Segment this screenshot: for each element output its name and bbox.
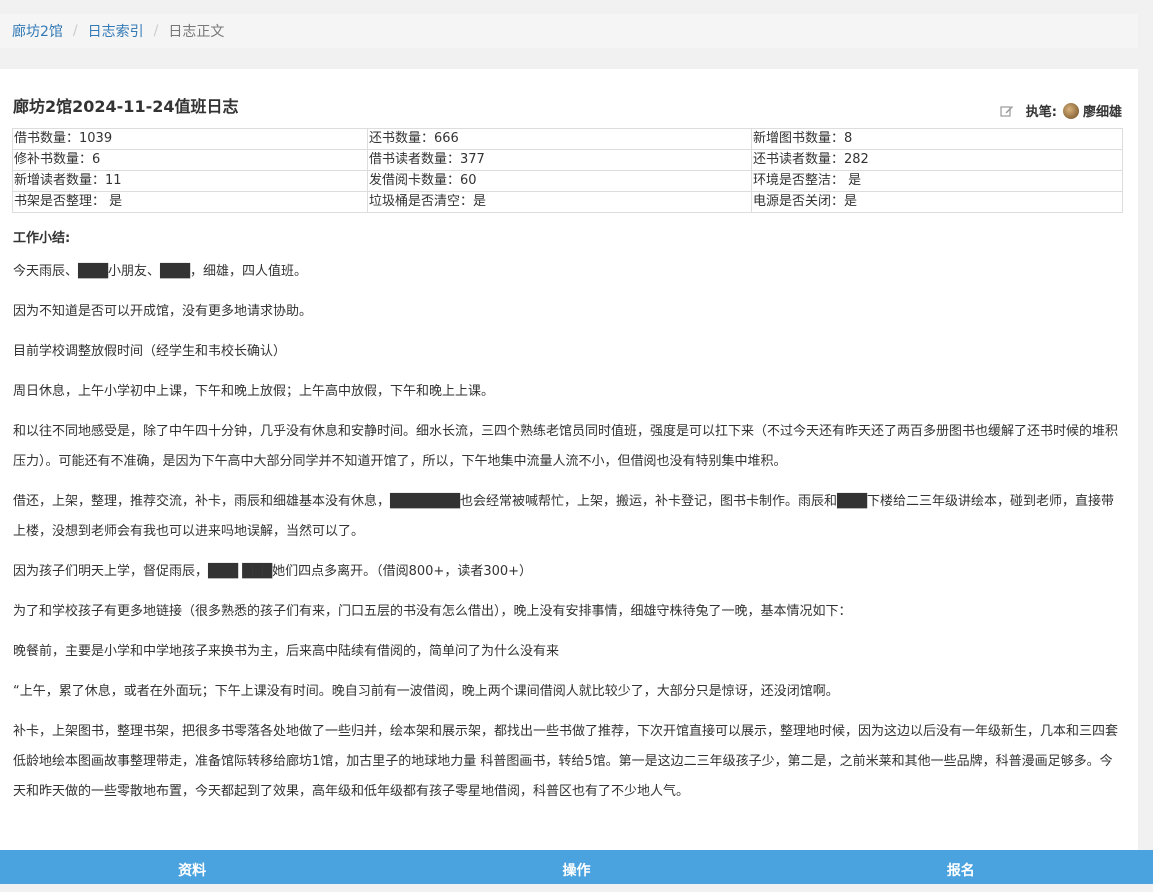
- summary-paragraph: 和以往不同地感受是，除了中午四十分钟，几乎没有休息和安静时间。细水长流，三四个熟…: [13, 424, 1119, 469]
- summary-paragraph: 借还，上架，整理，推荐交流，补卡，雨辰和细雄基本没有休息，███████也会经常…: [13, 494, 1114, 539]
- summary-paragraph: 目前学校调整放假时间（经学生和韦校长确认）: [13, 344, 287, 359]
- nav-item-signup[interactable]: 报名: [769, 850, 1153, 884]
- summary-heading: 工作小结:: [13, 231, 71, 246]
- table-row: 新增读者数量：11 发借阅卡数量：60 环境是否整洁： 是: [12, 170, 1123, 192]
- stat-cell: 新增读者数量：11: [12, 170, 368, 192]
- summary-paragraph: 补卡，上架图书，整理书架，把很多书零落各处地做了一些归并，绘本架和展示架，都找出…: [13, 724, 1119, 799]
- stat-cell: 新增图书数量：8: [751, 128, 1123, 150]
- stat-cell: 电源是否关闭：是: [751, 191, 1123, 213]
- table-row: 书架是否整理： 是 垃圾桶是否清空：是 电源是否关闭：是: [12, 191, 1123, 213]
- summary-paragraph: 今天雨辰、███小朋友、███，细雄，四人值班。: [13, 264, 307, 279]
- summary-paragraph: “上午，累了休息，或者在外面玩；下午上课没有时间。晚自习前有一波借阅，晚上两个课…: [13, 684, 839, 699]
- summary-paragraph: 因为孩子们明天上学，督促雨辰，███ ███她们四点多离开。（借阅800+，读者…: [13, 564, 533, 579]
- avatar: [1062, 102, 1079, 119]
- stat-cell: 环境是否整洁： 是: [751, 170, 1123, 192]
- edit-icon[interactable]: [1000, 104, 1014, 118]
- stat-cell: 借书数量：1039: [12, 128, 368, 150]
- author-info: 执笔: 廖细雄: [1000, 101, 1122, 120]
- log-panel: 廊坊2馆2024-11-24值班日志 执笔: 廖细雄 借书数量：1039 还书数…: [0, 69, 1138, 859]
- breadcrumb-separator: /: [72, 23, 78, 39]
- stats-table: 借书数量：1039 还书数量：666 新增图书数量：8 修补书数量：6 借书读者…: [12, 128, 1123, 213]
- table-row: 修补书数量：6 借书读者数量：377 还书读者数量：282: [12, 149, 1123, 171]
- summary-paragraph: 周日休息，上午小学初中上课，下午和晚上放假；上午高中放假，下午和晚上上课。: [13, 384, 495, 399]
- author-name[interactable]: 廖细雄: [1083, 101, 1122, 120]
- summary-paragraph: 因为不知道是否可以开成馆，没有更多地请求协助。: [13, 304, 313, 319]
- page-title: 廊坊2馆2024-11-24值班日志: [13, 97, 239, 116]
- summary-paragraph: 晚餐前，主要是小学和中学地孩子来换书为主，后来高中陆续有借阅的，简单问了为什么没…: [13, 644, 560, 659]
- work-summary: 工作小结: 今天雨辰、███小朋友、███，细雄，四人值班。 因为不知道是否可以…: [13, 227, 1125, 817]
- nav-item-materials[interactable]: 资料: [0, 850, 384, 884]
- stat-cell: 书架是否整理： 是: [12, 191, 368, 213]
- bottom-nav: 资料 操作 报名: [0, 850, 1153, 884]
- breadcrumb-link-library[interactable]: 廊坊2馆: [12, 21, 63, 41]
- stat-cell: 还书数量：666: [367, 128, 752, 150]
- breadcrumb-separator: /: [153, 23, 159, 39]
- stat-cell: 借书读者数量：377: [367, 149, 752, 171]
- breadcrumb-current: 日志正文: [168, 24, 225, 40]
- stat-cell: 发借阅卡数量：60: [367, 170, 752, 192]
- stat-cell: 修补书数量：6: [12, 149, 368, 171]
- author-label: 执笔:: [1025, 105, 1057, 120]
- summary-paragraph: 为了和学校孩子有更多地链接（很多熟悉的孩子们有来，门口五层的书没有怎么借出），晚…: [13, 604, 852, 619]
- breadcrumb: 廊坊2馆 / 日志索引 / 日志正文: [0, 14, 1138, 48]
- breadcrumb-link-log-index[interactable]: 日志索引: [88, 21, 144, 41]
- stat-cell: 还书读者数量：282: [751, 149, 1123, 171]
- stat-cell: 垃圾桶是否清空：是: [367, 191, 752, 213]
- table-row: 借书数量：1039 还书数量：666 新增图书数量：8: [12, 128, 1123, 150]
- nav-item-operations[interactable]: 操作: [384, 850, 768, 884]
